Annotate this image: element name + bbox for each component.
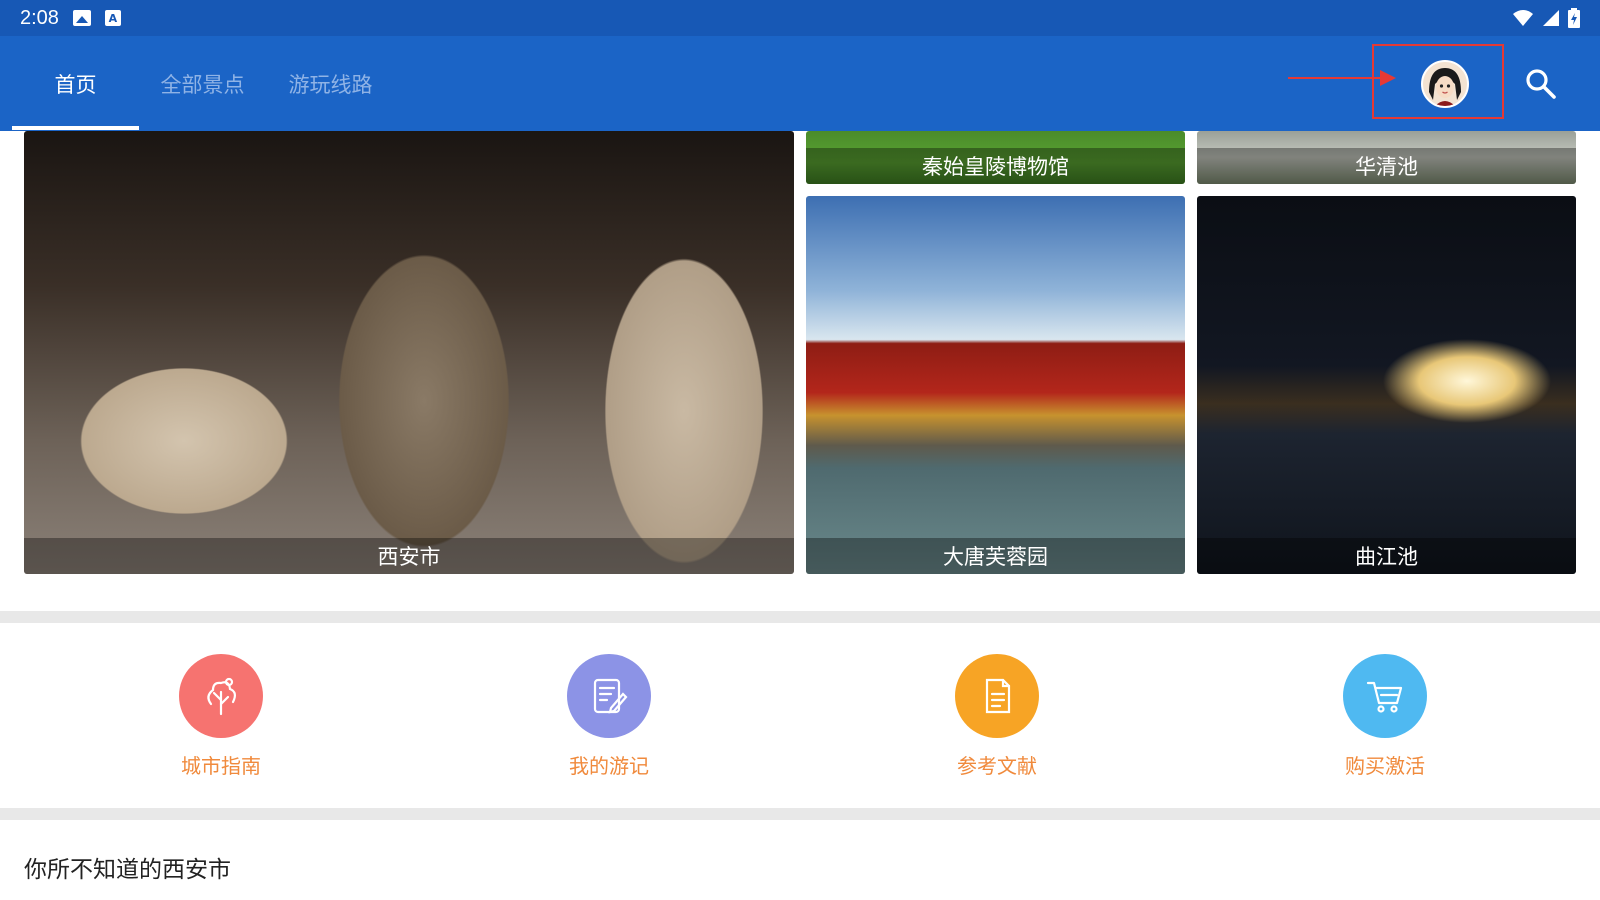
status-time: 2:08 — [20, 6, 59, 29]
cart-icon — [1343, 654, 1427, 738]
document-icon — [955, 654, 1039, 738]
text-a-icon: A — [104, 10, 121, 26]
tab-all-attractions[interactable]: 全部景点 — [150, 36, 255, 131]
tile-caption: 曲江池 — [1197, 538, 1576, 574]
tab-indicator — [12, 126, 139, 130]
status-bar: 2:08 A — [0, 0, 1600, 36]
search-icon — [1526, 69, 1556, 99]
tab-home[interactable]: 首页 — [12, 36, 139, 131]
section-divider — [0, 808, 1600, 820]
tile-caption: 西安市 — [24, 538, 794, 574]
battery-icon — [1568, 8, 1580, 28]
tile-huaqing-pool[interactable]: 华清池 — [1197, 131, 1576, 184]
tile-caption: 大唐芙蓉园 — [806, 538, 1185, 574]
tile-caption: 华清池 — [1197, 148, 1576, 184]
signal-icon — [1543, 10, 1559, 26]
section-divider — [0, 611, 1600, 623]
tile-datang-furong-garden[interactable]: 大唐芙蓉园 — [806, 196, 1185, 574]
section-title: 你所不知道的西安市 — [24, 857, 231, 883]
tile-caption: 秦始皇陵博物馆 — [806, 148, 1185, 184]
shortcut-label: 购买激活 — [1345, 754, 1425, 778]
image-icon — [72, 10, 91, 26]
tile-qujiang-pool[interactable]: 曲江池 — [1197, 196, 1576, 574]
shortcut-label: 城市指南 — [181, 754, 261, 778]
shortcut-purchase-activate[interactable]: 购买激活 — [1285, 654, 1485, 784]
tab-routes[interactable]: 游玩线路 — [278, 36, 383, 131]
tile-xian[interactable]: 西安市 — [24, 131, 794, 574]
tile-qin-museum[interactable]: 秦始皇陵博物馆 — [806, 131, 1185, 184]
shortcut-label: 参考文献 — [957, 754, 1037, 778]
tree-icon — [179, 654, 263, 738]
shortcut-my-travel-notes[interactable]: 我的游记 — [509, 654, 709, 784]
search-button[interactable] — [1523, 66, 1559, 102]
app-bar: 首页 全部景点 游玩线路 — [0, 36, 1600, 131]
user-avatar-icon[interactable] — [1421, 60, 1469, 108]
notes-icon — [567, 654, 651, 738]
annotation-arrow — [1288, 77, 1383, 79]
wifi-icon — [1513, 10, 1533, 26]
shortcut-references[interactable]: 参考文献 — [897, 654, 1097, 784]
shortcut-city-guide[interactable]: 城市指南 — [121, 654, 321, 784]
shortcut-label: 我的游记 — [569, 754, 649, 778]
